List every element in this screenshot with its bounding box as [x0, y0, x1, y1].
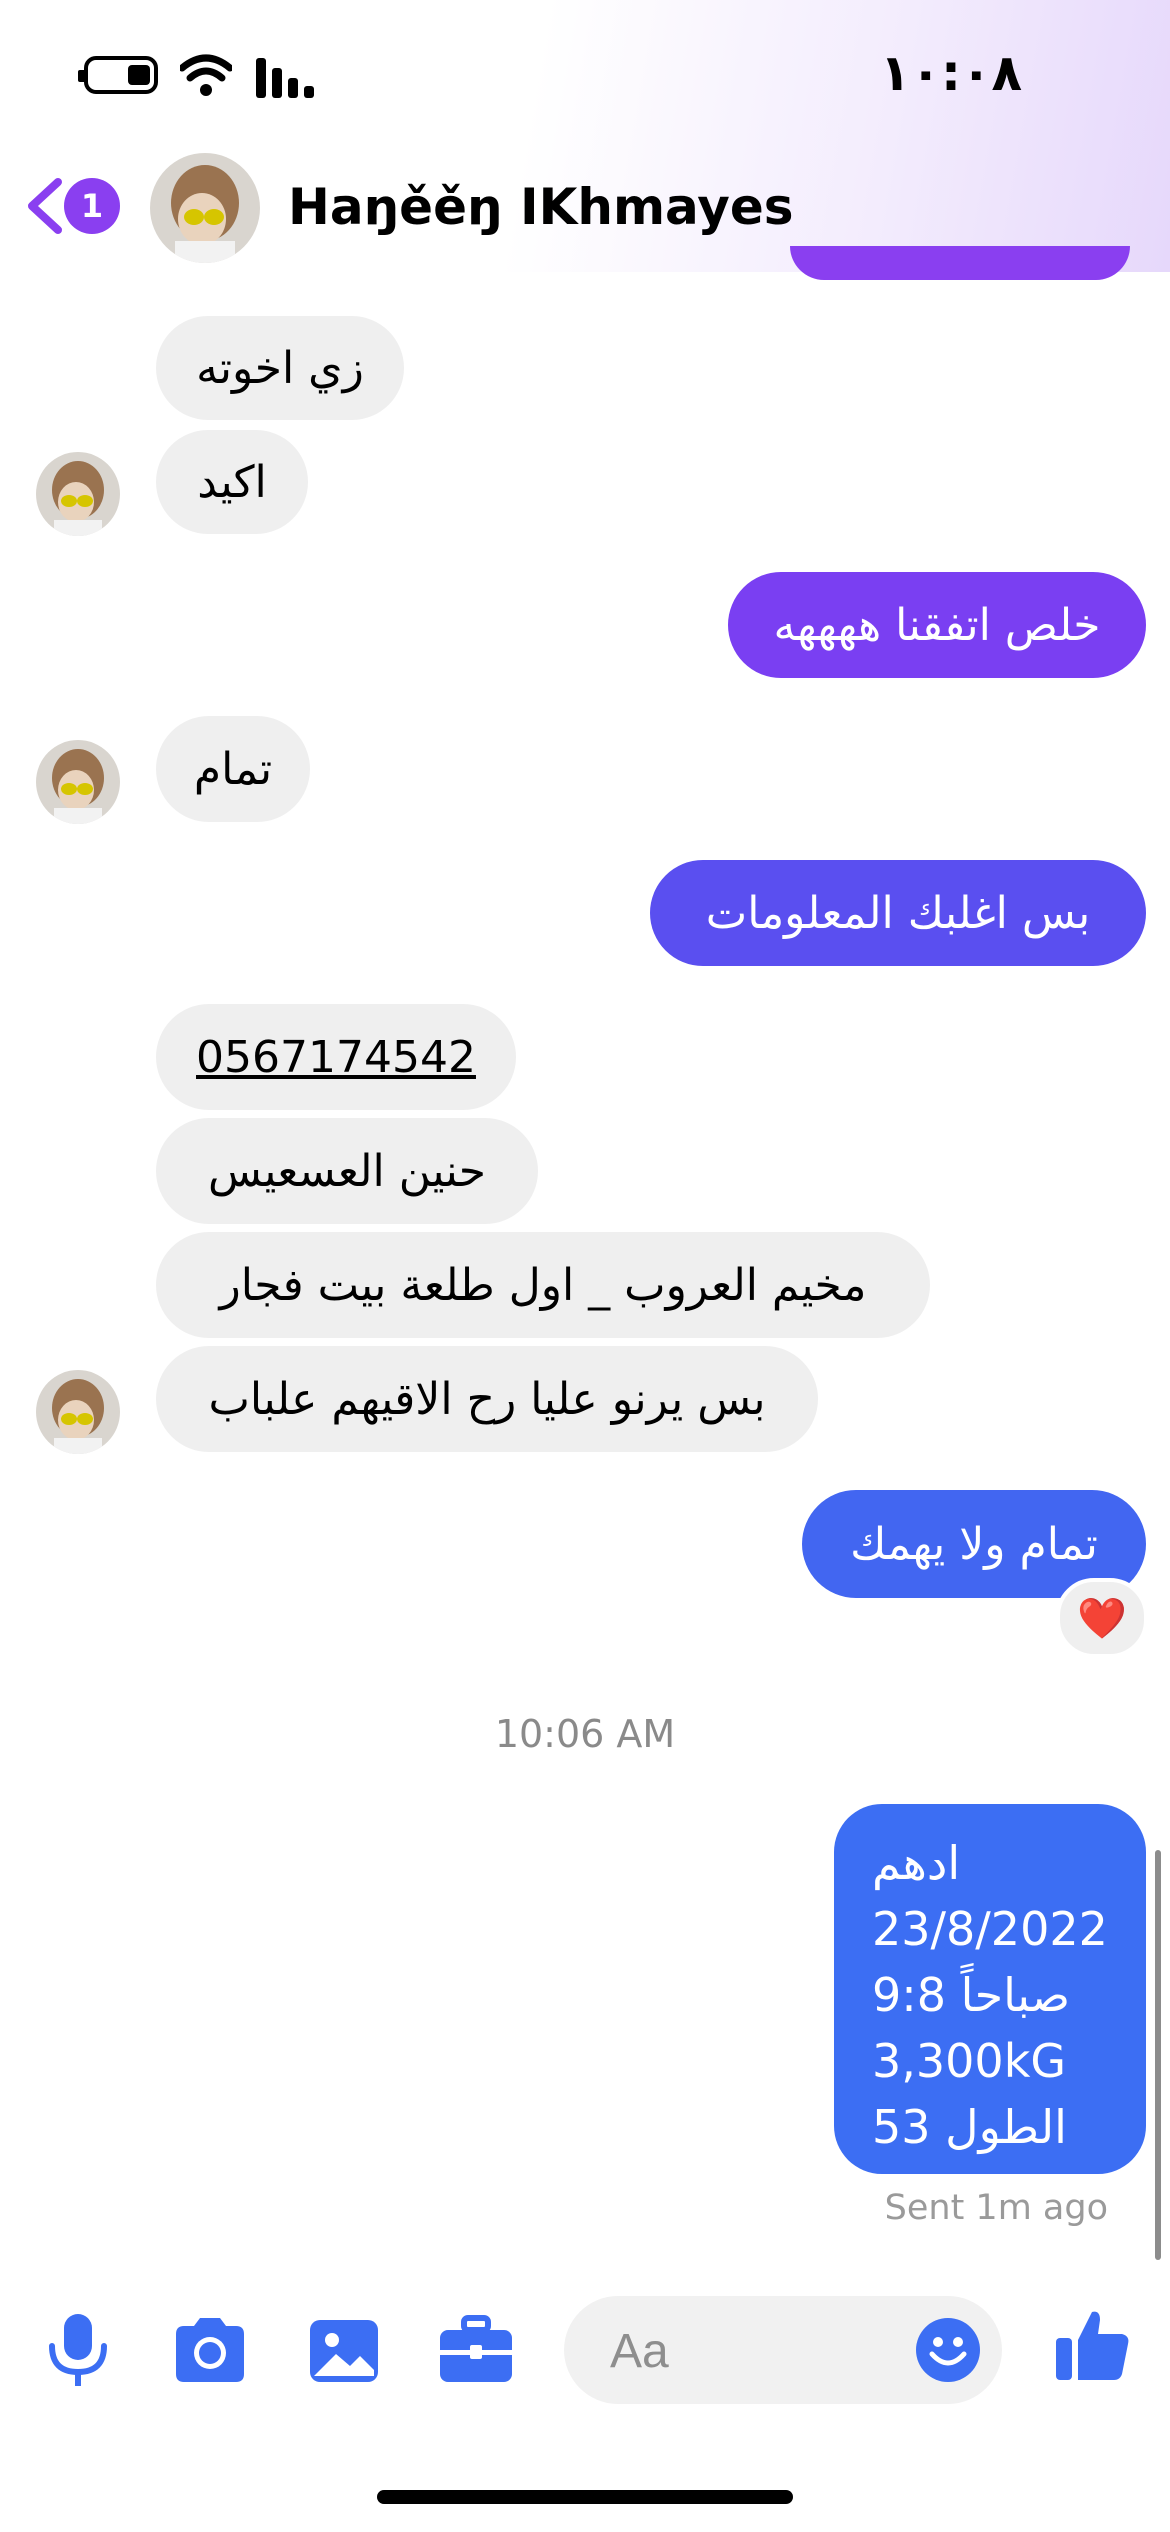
microphone-icon[interactable]: [38, 2310, 118, 2390]
gallery-icon[interactable]: [304, 2310, 384, 2390]
status-time: ١٠:٠٨: [879, 44, 1022, 102]
contact-name[interactable]: Haŋěěŋ IKhmayes: [288, 178, 794, 236]
sent-status: Sent 1m ago: [884, 2188, 1108, 2228]
incoming-message[interactable]: زي اخوته: [156, 316, 404, 420]
outgoing-message[interactable]: خلص اتفقنا ههههه: [728, 572, 1146, 678]
message-line: الطول 53: [872, 2100, 1067, 2154]
battery-icon: [78, 56, 158, 94]
incoming-message[interactable]: مخيم العروب _ اول طلعة بيت فجار: [156, 1232, 930, 1338]
incoming-message[interactable]: حنين العسعيس: [156, 1118, 538, 1224]
chat-header: ١٠:٠٨ 1 Haŋěěŋ IKhmayes: [0, 0, 1170, 272]
thumbs-up-icon[interactable]: [1052, 2304, 1134, 2386]
outgoing-message[interactable]: بس اغلبك المعلومات: [650, 860, 1146, 966]
incoming-message-phone[interactable]: 0567174542: [156, 1004, 516, 1110]
sender-avatar[interactable]: [36, 1370, 120, 1454]
incoming-message[interactable]: بس يرنو عليا رح الاقيهم علباب: [156, 1346, 818, 1452]
sender-avatar[interactable]: [36, 452, 120, 536]
sender-avatar[interactable]: [36, 740, 120, 824]
unread-badge[interactable]: 1: [64, 178, 120, 234]
home-indicator[interactable]: [377, 2490, 793, 2504]
heart-icon: ❤️: [1077, 1595, 1127, 1642]
signal-icon: [256, 58, 314, 98]
camera-icon[interactable]: [170, 2310, 250, 2390]
briefcase-icon[interactable]: [436, 2310, 516, 2390]
emoji-icon[interactable]: [914, 2316, 982, 2384]
incoming-message[interactable]: اكيد: [156, 430, 308, 534]
scrollbar[interactable]: [1155, 1850, 1161, 2260]
time-divider: 10:06 AM: [494, 1712, 676, 1756]
wifi-icon: [180, 54, 232, 96]
message-input-container[interactable]: [564, 2296, 1002, 2404]
message-line: ادهم: [872, 1836, 961, 1890]
contact-avatar[interactable]: [150, 153, 260, 263]
message-line: 3,300kG: [872, 2034, 1066, 2088]
phone-number-link[interactable]: 0567174542: [196, 1032, 476, 1083]
message-input[interactable]: [608, 2318, 872, 2384]
incoming-message[interactable]: تمام: [156, 716, 310, 822]
heart-reaction[interactable]: ❤️: [1056, 1578, 1148, 1658]
outgoing-message-multiline[interactable]: ادهم 23/8/2022 9:8 صباحاً 3,300kG الطول …: [834, 1804, 1146, 2174]
message-line: 23/8/2022: [872, 1902, 1108, 1956]
previous-message-bubble[interactable]: [790, 246, 1130, 280]
message-line: 9:8 صباحاً: [872, 1968, 1071, 2022]
back-chevron-icon[interactable]: [24, 176, 66, 236]
